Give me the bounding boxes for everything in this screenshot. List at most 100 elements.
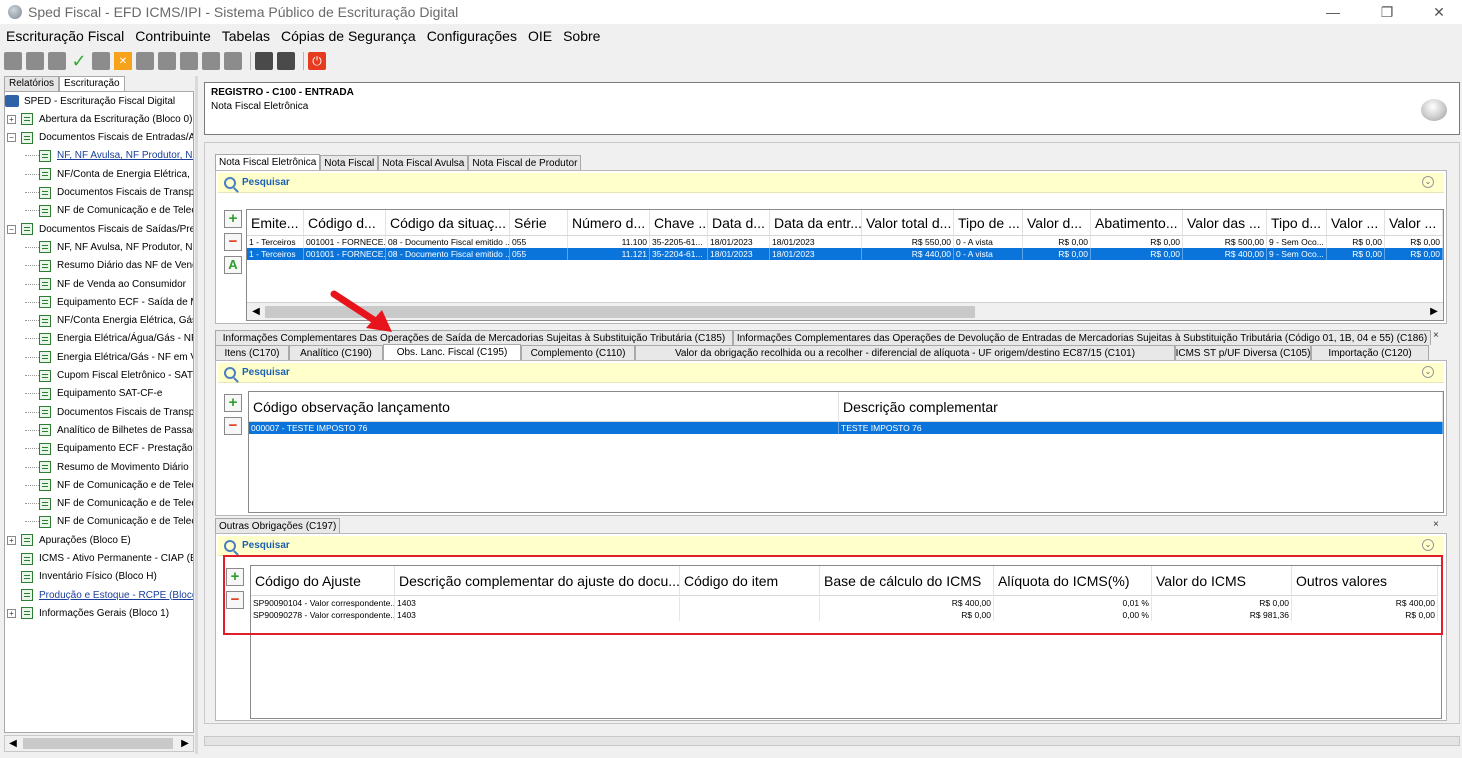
tree-node[interactable]: Equipamento ECF - Saída de Mercac <box>25 294 193 310</box>
tools-icon[interactable] <box>136 52 154 70</box>
column-header[interactable]: Data da entr... <box>770 210 862 235</box>
menu-copias-seguranca[interactable]: Cópias de Segurança <box>281 28 416 44</box>
tree-node[interactable]: NF de Comunicação e de Telecomur <box>25 496 193 512</box>
tree-node[interactable]: Equipamento SAT-CF-e <box>25 386 162 402</box>
tree-node[interactable]: NF de Comunicação e de Telecomur <box>25 477 193 493</box>
scroll-left-icon[interactable]: ◀ <box>249 305 263 318</box>
column-header[interactable]: Número d... <box>568 210 650 235</box>
close-tab-icon[interactable]: × <box>1433 330 1439 341</box>
save-icon[interactable] <box>255 52 273 70</box>
c197-search-bar[interactable]: Pesquisar ⌄ <box>218 536 1444 556</box>
remove-record-button[interactable]: − <box>224 233 242 251</box>
tree-horizontal-scrollbar[interactable]: ◀ ▶ <box>4 735 194 752</box>
column-header[interactable]: Valor ... <box>1327 210 1385 235</box>
tree-node[interactable]: NF de Comunicação e de Telecomur <box>25 203 193 219</box>
c195-search-bar[interactable]: Pesquisar ⌄ <box>218 363 1444 383</box>
menu-sobre[interactable]: Sobre <box>563 28 600 44</box>
menu-contribuinte[interactable]: Contribuinte <box>135 28 211 44</box>
column-header[interactable]: Valor das ... <box>1183 210 1267 235</box>
tree-node[interactable]: NF, NF Avulsa, NF Produtor, NF-e, N <box>25 239 193 255</box>
tab-c185[interactable]: Informações Complementares Das Operações… <box>215 330 733 345</box>
tab-c120[interactable]: Importação (C120) <box>1311 345 1429 360</box>
tab-relatorios[interactable]: Relatórios <box>4 76 60 92</box>
tab-c195[interactable]: Obs. Lanc. Fiscal (C195) <box>383 344 521 360</box>
table-row[interactable]: 1 - Terceiros 001001 - FORNECE... 08 - Doc… <box>247 248 1443 260</box>
tree-node[interactable]: + Abertura da Escrituração (Bloco 0) <box>7 111 192 127</box>
tree-node[interactable]: Resumo de Movimento Diário <box>25 459 189 475</box>
tab-c170[interactable]: Itens (C170) <box>215 345 289 360</box>
collapse-icon[interactable]: − <box>7 133 16 143</box>
cancel-icon[interactable]: ✕ <box>114 52 132 70</box>
scroll-right-icon[interactable]: ▶ <box>1427 305 1441 318</box>
collapse-icon[interactable]: ⌄ <box>1422 539 1434 551</box>
tree-node[interactable]: − Documentos Fiscais de Saídas/Prestaç <box>7 221 193 237</box>
tree-node[interactable]: NF/Conta Energia Elétrica, Gás e Ág <box>25 313 193 329</box>
column-header[interactable]: Tipo d... <box>1267 210 1327 235</box>
c195-grid[interactable]: Código observação lançamento Descrição co… <box>248 391 1444 513</box>
tree-node[interactable]: Produção e Estoque - RCPE (Bloco K) <box>7 587 193 603</box>
tree-node[interactable]: NF de Venda ao Consumidor <box>25 276 186 292</box>
power-icon[interactable]: ⏻ <box>308 52 326 70</box>
tab-c101[interactable]: Valor da obrigação recolhida ou a recolh… <box>635 345 1175 360</box>
column-header[interactable]: Valor d... <box>1023 210 1091 235</box>
tab-c110[interactable]: Complemento (C110) <box>521 345 635 360</box>
expand-icon[interactable]: + <box>7 535 16 545</box>
column-header[interactable]: Valor ... <box>1385 210 1443 235</box>
column-header[interactable]: Data d... <box>708 210 770 235</box>
tab-nota-fiscal-eletronica[interactable]: Nota Fiscal Eletrônica <box>215 154 321 170</box>
column-header[interactable]: Descrição complementar <box>839 392 1443 421</box>
tab-nota-fiscal-produtor[interactable]: Nota Fiscal de Produtor <box>468 155 582 170</box>
tree-node[interactable]: NF de Comunicação e de Telecomur <box>25 514 193 530</box>
sign-icon[interactable] <box>92 52 110 70</box>
tree-node[interactable]: Cupom Fiscal Eletrônico - SAT <box>25 368 193 384</box>
maximize-button[interactable]: ❐ <box>1364 0 1410 24</box>
tree-node[interactable]: NF, NF Avulsa, NF Produtor, NF-e <box>25 148 193 164</box>
tree-node[interactable]: Documentos Fiscais de Transportes <box>25 404 193 420</box>
column-header[interactable]: Tipo de ... <box>954 210 1023 235</box>
tab-c197[interactable]: Outras Obrigações (C197) <box>215 518 341 533</box>
tree-node[interactable]: Energia Elétrica/Gás - NF em Via Ún <box>25 349 193 365</box>
tab-nota-fiscal[interactable]: Nota Fiscal <box>320 155 379 170</box>
c100-grid[interactable]: Emite... Código d... Código da situaç... Sé… <box>246 209 1444 321</box>
scroll-thumb[interactable] <box>23 738 173 749</box>
collapse-icon[interactable]: − <box>7 224 16 234</box>
tree-node[interactable]: Energia Elétrica/Água/Gás - NF con <box>25 331 193 347</box>
tree-node[interactable]: NF/Conta de Energia Elétrica, Gás e <box>25 166 193 182</box>
column-header[interactable]: Código observação lançamento <box>249 392 839 421</box>
scroll-left-icon[interactable]: ◀ <box>6 737 20 750</box>
expand-icon[interactable]: + <box>7 608 16 618</box>
menu-configuracoes[interactable]: Configurações <box>427 28 517 44</box>
tree-node[interactable]: − Documentos Fiscais de Entradas/Aquisi <box>7 130 193 146</box>
column-header[interactable]: Código d... <box>304 210 386 235</box>
tab-c105[interactable]: ICMS ST p/UF Diversa (C105) <box>1175 345 1311 360</box>
table-row[interactable]: 000007 - TESTE IMPOSTO 76 TESTE IMPOSTO 7… <box>249 422 1443 434</box>
menu-oie[interactable]: OIE <box>528 28 552 44</box>
tab-c190[interactable]: Analítico (C190) <box>289 345 383 360</box>
menu-tabelas[interactable]: Tabelas <box>222 28 270 44</box>
scroll-right-icon[interactable]: ▶ <box>178 737 192 750</box>
add-record-button[interactable]: + <box>224 210 242 228</box>
globe-icon[interactable] <box>180 52 198 70</box>
validate-check-icon[interactable]: ✓ <box>70 51 88 71</box>
tab-nota-fiscal-avulsa[interactable]: Nota Fiscal Avulsa <box>378 155 469 170</box>
edit-record-button[interactable]: A <box>224 256 242 274</box>
tab-c186[interactable]: Informações Complementares das Operações… <box>733 330 1431 345</box>
tree-node[interactable]: Equipamento ECF - Prestação de Se <box>25 441 193 457</box>
minimize-button[interactable]: — <box>1310 0 1356 24</box>
column-header[interactable]: Emite... <box>247 210 304 235</box>
add-record-button[interactable]: + <box>224 394 242 412</box>
save-as-icon[interactable] <box>277 52 295 70</box>
collapse-icon[interactable]: ⌄ <box>1422 176 1434 188</box>
tree-node[interactable]: SPED - Escrituração Fiscal Digital <box>5 93 175 109</box>
main-horizontal-scrollbar[interactable] <box>204 736 1460 746</box>
table-row[interactable]: 1 - Terceiros 001001 - FORNECE... 08 - Doc… <box>247 236 1443 248</box>
tree-node[interactable]: Analítico de Bilhetes de Passagem <box>25 422 193 438</box>
c100-search-bar[interactable]: Pesquisar ⌄ <box>218 173 1444 193</box>
column-header[interactable]: Chave ... <box>650 210 708 235</box>
tree-node[interactable]: Resumo Diário das NF de Venda a C <box>25 258 193 274</box>
column-header[interactable]: Abatimento... <box>1091 210 1183 235</box>
c100-horizontal-scrollbar[interactable]: ◀ ▶ <box>247 302 1443 320</box>
new-document-icon[interactable] <box>4 52 22 70</box>
column-header[interactable]: Valor total d... <box>862 210 954 235</box>
remove-record-button[interactable]: − <box>224 417 242 435</box>
